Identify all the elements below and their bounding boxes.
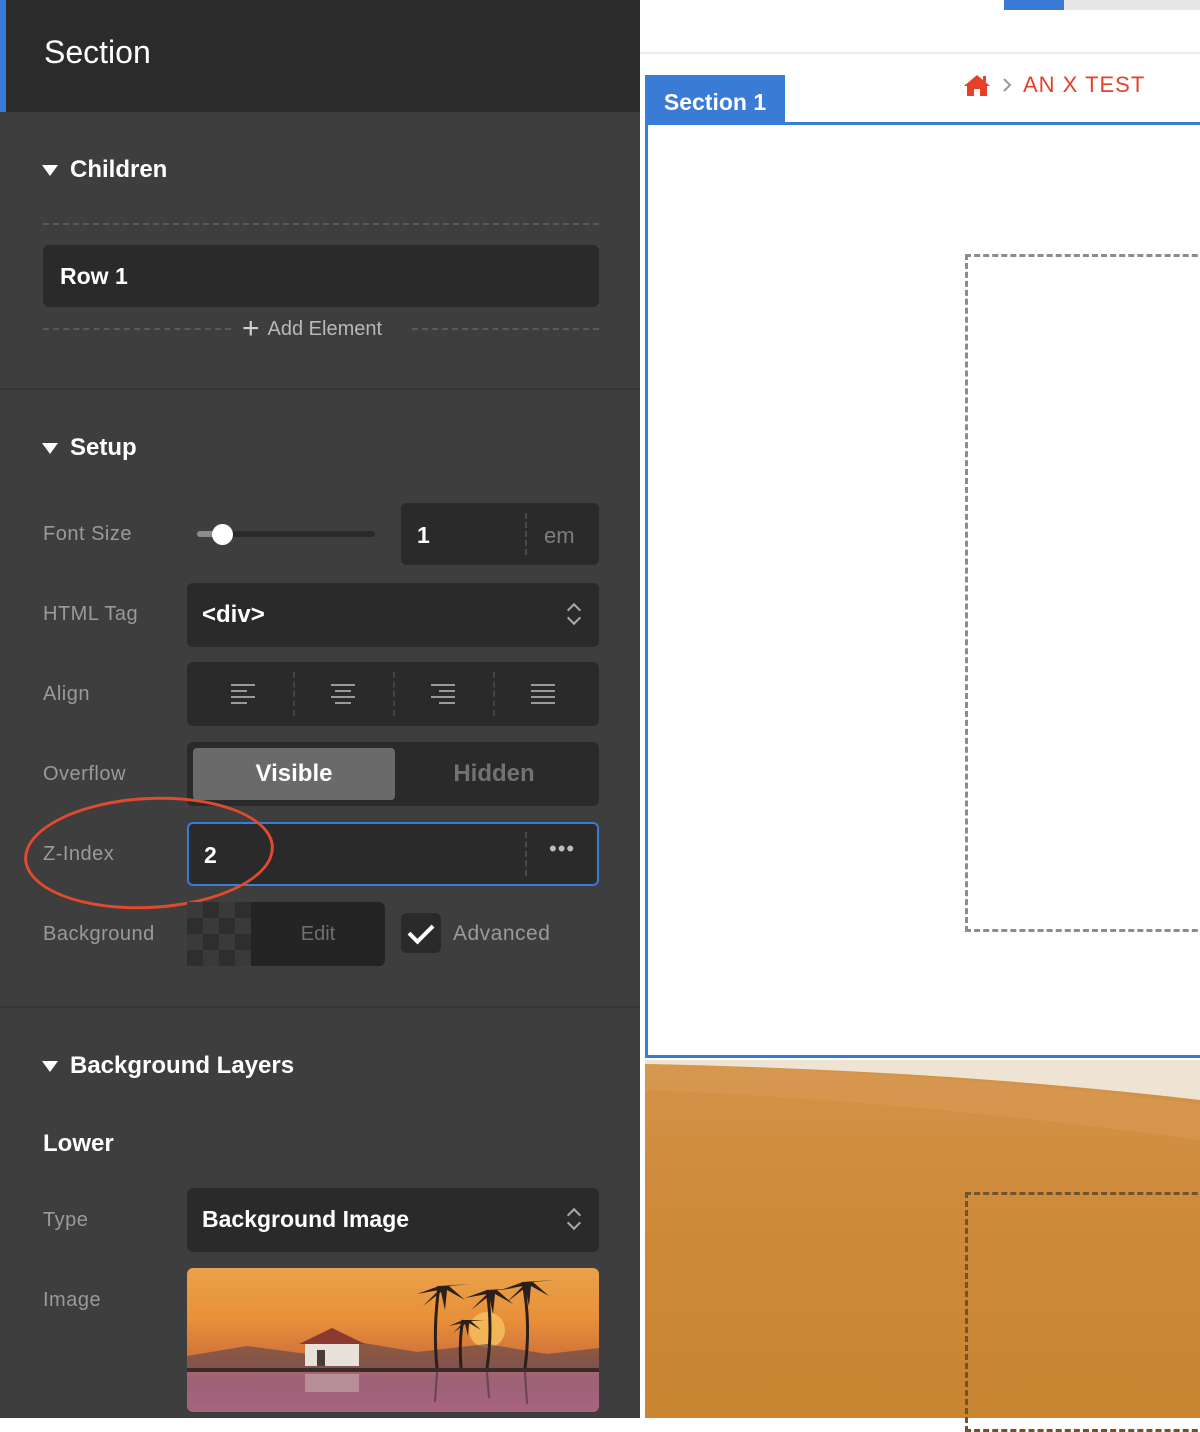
font-size-input[interactable]: 1 em <box>401 503 599 565</box>
section-divider <box>0 1006 640 1008</box>
more-options-icon[interactable]: ••• <box>549 836 575 862</box>
child-row-item[interactable]: Row 1 <box>43 245 599 307</box>
dashed-divider <box>43 328 231 330</box>
overflow-label: Overflow <box>43 763 126 785</box>
sunset-palm-image <box>187 1280 599 1412</box>
justify-align-icon <box>531 684 557 704</box>
background-label: Background <box>43 923 155 945</box>
align-button-group <box>187 662 599 726</box>
lower-layer-title: Lower <box>43 1130 114 1157</box>
align-justify-button[interactable] <box>493 662 593 726</box>
annotation-circle <box>21 790 277 916</box>
background-layers-heading: Background Layers <box>70 1052 295 1079</box>
font-size-unit-button[interactable]: em <box>544 523 575 549</box>
setup-heading: Setup <box>70 434 137 461</box>
page-canvas: Section 1 AN X TEST <box>640 0 1200 1432</box>
html-tag-select[interactable]: <div> <box>187 583 599 647</box>
dashed-divider <box>412 328 599 330</box>
align-right-button[interactable] <box>393 662 493 726</box>
plus-icon: + <box>242 312 260 345</box>
collapse-triangle-icon <box>42 164 58 176</box>
top-tab-active[interactable] <box>1004 0 1064 10</box>
row-placeholder-box[interactable] <box>965 1192 1200 1432</box>
bg-type-value: Background Image <box>202 1206 410 1232</box>
add-element-label: Add Element <box>267 317 383 340</box>
bg-image-label: Image <box>43 1289 102 1311</box>
z-index-separator <box>525 832 527 876</box>
html-tag-label: HTML Tag <box>43 603 139 625</box>
align-left-button[interactable] <box>193 662 293 726</box>
background-color-swatch[interactable] <box>187 902 251 966</box>
font-size-slider-handle[interactable] <box>212 524 233 545</box>
font-size-separator <box>525 513 527 555</box>
font-size-value: 1 <box>417 522 430 548</box>
center-align-icon <box>331 684 357 704</box>
align-center-button[interactable] <box>293 662 393 726</box>
children-section-toggle[interactable]: Children <box>42 156 167 184</box>
right-align-icon <box>431 684 457 704</box>
section-divider <box>0 388 640 390</box>
overflow-hidden-button[interactable]: Hidden <box>395 748 593 800</box>
align-label: Align <box>43 683 90 705</box>
children-heading: Children <box>70 156 168 183</box>
bg-type-label: Type <box>43 1209 89 1231</box>
breadcrumb-page[interactable]: AN X TEST <box>1023 72 1145 98</box>
advanced-label: Advanced <box>453 922 551 945</box>
top-tab[interactable] <box>1064 0 1200 10</box>
breadcrumb: AN X TEST <box>963 72 1145 98</box>
background-image-thumbnail[interactable] <box>187 1268 599 1412</box>
overflow-toggle: Visible Hidden <box>187 742 599 806</box>
home-icon[interactable] <box>963 73 991 97</box>
select-arrows-icon <box>567 1206 581 1232</box>
chevron-right-icon <box>1003 78 1012 92</box>
child-row-label: Row 1 <box>60 263 128 289</box>
panel-header: Section <box>0 0 640 112</box>
left-align-icon <box>231 684 257 704</box>
add-element-button[interactable]: + Add Element <box>242 314 382 344</box>
html-tag-value: <div> <box>202 601 265 628</box>
background-layers-section-toggle[interactable]: Background Layers <box>42 1052 294 1080</box>
section-tag[interactable]: Section 1 <box>645 75 785 125</box>
font-size-label: Font Size <box>43 523 132 545</box>
select-arrows-icon <box>567 601 581 627</box>
setup-section-toggle[interactable]: Setup <box>42 434 137 462</box>
collapse-triangle-icon <box>42 442 58 454</box>
inspector-panel: Section Children Row 1 + Add Element Set… <box>0 0 640 1418</box>
overflow-visible-button[interactable]: Visible <box>193 748 395 800</box>
background-edit-button[interactable]: Edit <box>251 902 385 966</box>
advanced-checkbox[interactable] <box>401 913 441 953</box>
dashed-divider <box>43 223 599 225</box>
bg-type-select[interactable]: Background Image <box>187 1188 599 1252</box>
canvas-top-bar <box>640 0 1200 54</box>
row-placeholder-box[interactable] <box>965 254 1200 932</box>
panel-title: Section <box>44 34 151 70</box>
collapse-triangle-icon <box>42 1060 58 1072</box>
